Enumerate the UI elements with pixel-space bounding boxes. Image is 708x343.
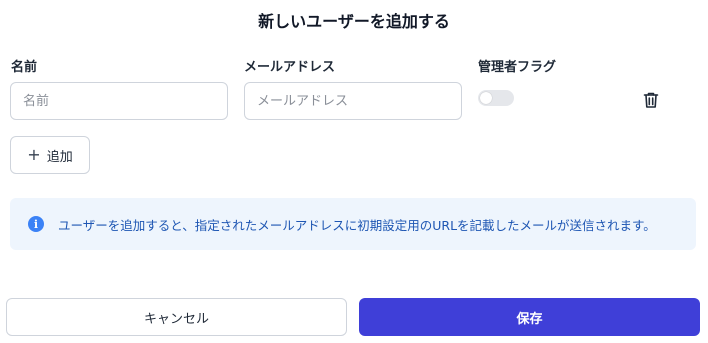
info-banner: i ユーザーを追加すると、指定されたメールアドレスに初期設定用のURLを記載した…: [10, 198, 696, 250]
admin-flag-toggle[interactable]: [478, 90, 514, 106]
trash-icon[interactable]: [641, 90, 661, 110]
email-input[interactable]: [244, 82, 462, 120]
save-button[interactable]: 保存: [359, 298, 700, 336]
cancel-button[interactable]: キャンセル: [6, 298, 347, 336]
plus-icon: +: [27, 145, 41, 164]
dialog-title: 新しいユーザーを追加する: [258, 12, 450, 31]
toggle-knob: [480, 92, 492, 104]
admin-flag-column-label: 管理者フラグ: [478, 60, 557, 75]
add-row-button[interactable]: + 追加: [10, 136, 90, 174]
add-button-label: 追加: [46, 149, 73, 165]
info-text: ユーザーを追加すると、指定されたメールアドレスに初期設定用のURLを記載したメー…: [58, 217, 656, 233]
info-icon: i: [28, 216, 44, 232]
email-column-label: メールアドレス: [244, 60, 336, 75]
name-input[interactable]: [10, 82, 228, 120]
name-column-label: 名前: [11, 60, 38, 75]
